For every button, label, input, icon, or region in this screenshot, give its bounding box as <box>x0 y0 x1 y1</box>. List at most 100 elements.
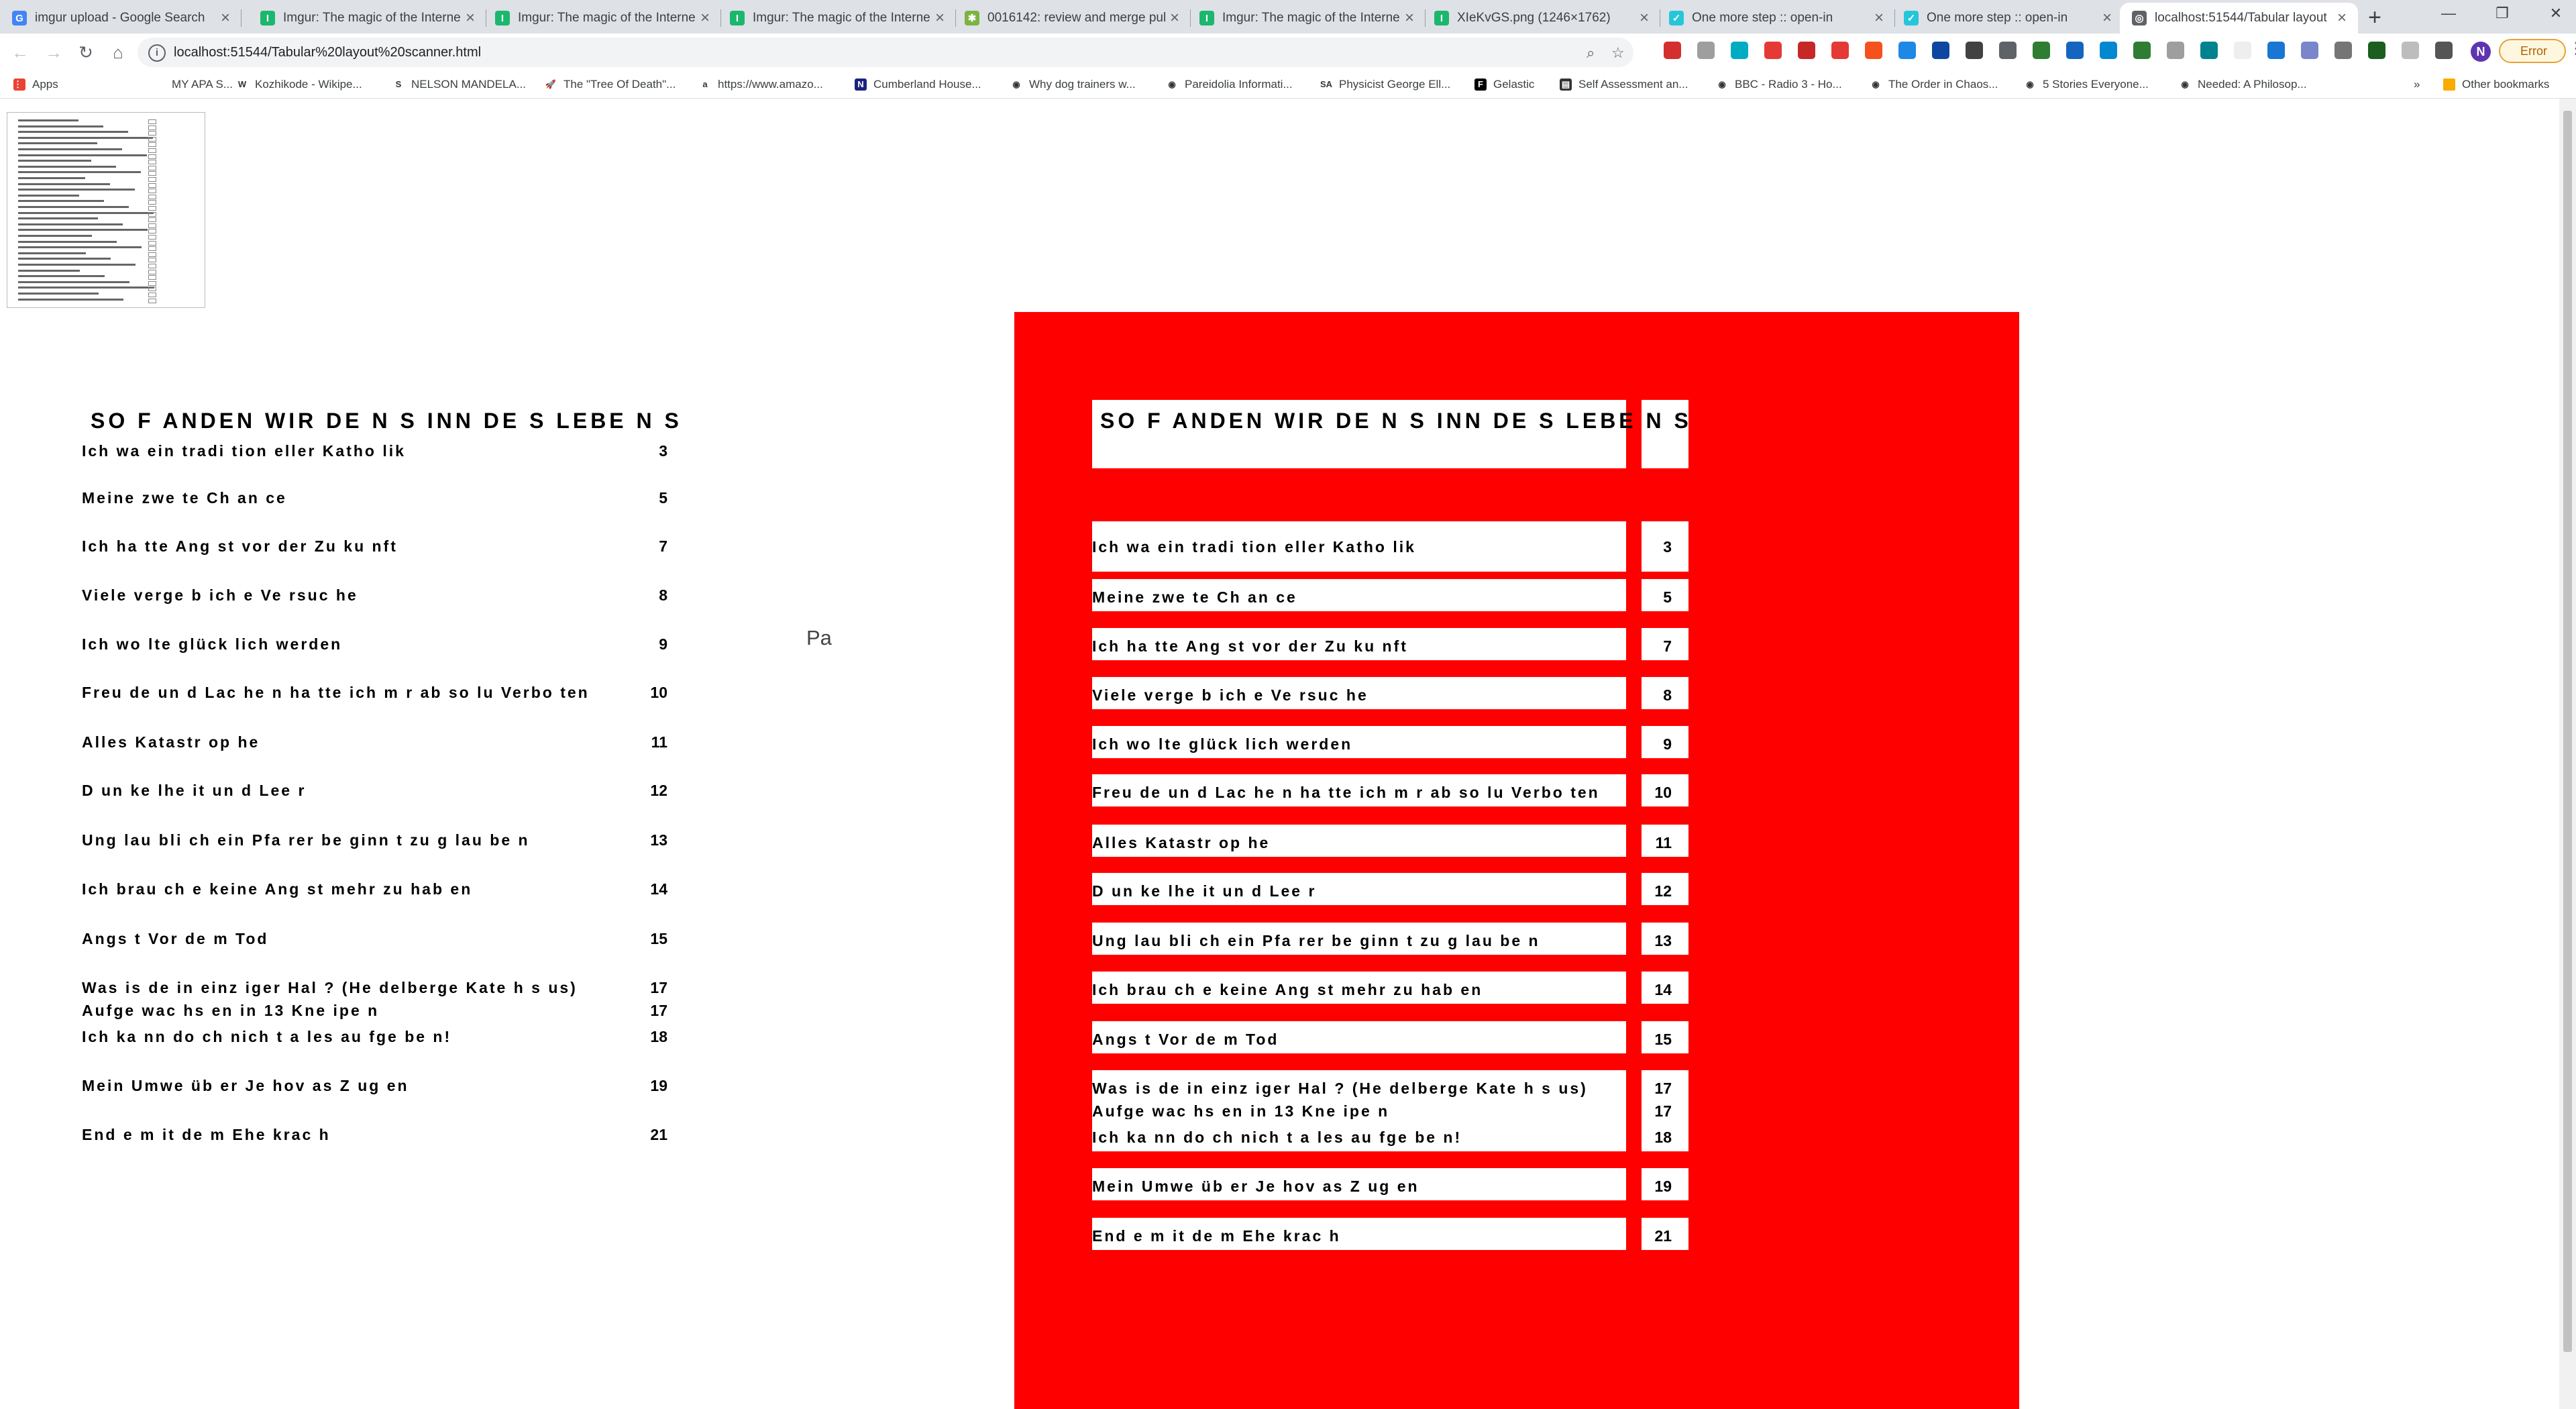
extension-icon[interactable] <box>1966 42 1983 59</box>
tab-close-icon[interactable]: × <box>2334 9 2350 28</box>
bookmark-item[interactable]: ◉ 5 Stories Everyone... <box>2024 76 2149 93</box>
tab-close-icon[interactable]: × <box>697 9 713 28</box>
bookmark-item[interactable]: ▤ Self Assessment an... <box>1560 76 1688 93</box>
bookmark-item[interactable]: N Cumberland House... <box>855 76 981 93</box>
back-button[interactable]: ← <box>7 39 34 66</box>
browser-tab[interactable]: ◎ localhost:51544/Tabular layout × <box>2120 3 2358 34</box>
extension-icon[interactable] <box>1697 42 1715 59</box>
extension-icon[interactable] <box>1731 42 1748 59</box>
bookmark-item[interactable]: SA Physicist George Ell... <box>1320 76 1450 93</box>
forward-button[interactable]: → <box>40 39 67 66</box>
bookmarks-overflow-button[interactable]: » <box>2414 76 2420 93</box>
tab-close-icon[interactable]: × <box>932 9 948 28</box>
extension-icon[interactable] <box>1764 42 1782 59</box>
scan-thumbnail[interactable] <box>7 112 205 308</box>
extension-icon[interactable] <box>1831 42 1849 59</box>
extension-icon[interactable] <box>2334 42 2352 59</box>
bookmark-item[interactable]: MY APA S... <box>153 76 233 93</box>
tab-close-icon[interactable]: × <box>1167 9 1183 28</box>
extension-icon[interactable] <box>2167 42 2184 59</box>
extension-icon[interactable] <box>1932 42 1949 59</box>
browser-tab[interactable]: Gimgur upload - Google Search × <box>0 3 241 34</box>
browser-tab[interactable]: ✱ 0016142: review and merge pul × <box>953 3 1191 34</box>
close-window-button[interactable]: ✕ <box>2536 0 2576 27</box>
extension-icon[interactable] <box>2402 42 2419 59</box>
imgur-icon: I <box>730 11 745 25</box>
extension-icon[interactable] <box>2200 42 2218 59</box>
minimize-button[interactable]: — <box>2428 0 2469 27</box>
browser-tab[interactable]: I Imgur: The magic of the Interne × <box>248 3 486 34</box>
address-bar[interactable]: i localhost:51544/Tabular%20layout%20sca… <box>138 38 1633 67</box>
restore-button[interactable]: ❐ <box>2482 0 2522 27</box>
bookmark-item[interactable]: ◉ BBC - Radio 3 - Ho... <box>1716 76 1842 93</box>
reload-button[interactable]: ↻ <box>72 39 99 66</box>
bookmark-item[interactable]: ◉ Why dog trainers w... <box>1010 76 1136 93</box>
extension-icon[interactable] <box>2435 42 2453 59</box>
thumbnail-cell <box>148 189 156 194</box>
tab-close-icon[interactable]: × <box>2099 9 2115 28</box>
search-icon[interactable]: ⌕ <box>1587 44 1595 62</box>
tab-close-icon[interactable]: × <box>1401 9 1417 28</box>
extension-icon[interactable] <box>1798 42 1815 59</box>
scan-row-text: Meine zwe te Ch an ce <box>82 489 287 507</box>
thumbnail-text-line <box>18 235 92 237</box>
thumbnail-text-line <box>18 252 86 254</box>
extension-icon[interactable] <box>1999 42 2017 59</box>
bookmark-item[interactable]: a https://www.amazo... <box>699 76 823 93</box>
scan-row-text: Freu de un d Lac he n ha tte ich m r ab … <box>82 684 590 701</box>
extension-icon[interactable] <box>2133 42 2151 59</box>
extension-icon[interactable] <box>2234 42 2251 59</box>
browser-tab[interactable]: I Imgur: The magic of the Interne × <box>718 3 956 34</box>
canvas-scan-title: SO F ANDEN WIR DE N S INN DE S LEBE N S <box>1100 409 1692 433</box>
bookmark-item[interactable]: 🚀 The "Tree Of Death"... <box>545 76 676 93</box>
thumbnail-text-line <box>18 298 123 301</box>
bookmark-item[interactable]: Other bookmarks <box>2443 76 2549 93</box>
thumbnail-text-line <box>18 160 91 162</box>
page-scrollbar[interactable] <box>2559 99 2576 1409</box>
scrollbar-thumb[interactable] <box>2563 111 2572 1352</box>
extension-icon[interactable] <box>1898 42 1916 59</box>
bookmark-item[interactable]: W Kozhikode - Wikipe... <box>236 76 362 93</box>
home-button[interactable]: ⌂ <box>105 39 131 66</box>
scan-row-page: 3 <box>659 442 667 460</box>
extension-icon[interactable] <box>2033 42 2050 59</box>
bookmark-item[interactable]: F Gelastic <box>1474 76 1534 93</box>
browser-tab[interactable]: I Imgur: The magic of the Interne × <box>483 3 721 34</box>
tab-close-icon[interactable]: × <box>462 9 478 28</box>
scan-row-text: End e m it de m Ehe krac h <box>82 1126 331 1143</box>
site-info-icon[interactable]: i <box>148 44 166 62</box>
extension-icon[interactable] <box>2066 42 2084 59</box>
bookmark-item[interactable]: ⋮⋮ Apps <box>13 76 58 93</box>
browser-tab[interactable]: I XIeKvGS.png (1246×1762) × <box>1422 3 1660 34</box>
bookmark-item[interactable]: ◉ Pareidolia Informati... <box>1166 76 1293 93</box>
extension-icon[interactable] <box>1664 42 1681 59</box>
thumbnail-cell <box>148 246 156 252</box>
extension-icon[interactable] <box>2301 42 2318 59</box>
wikipedia-icon: W <box>236 79 248 91</box>
profile-avatar[interactable]: N <box>2471 42 2491 62</box>
bookmark-item[interactable]: S NELSON MANDELA... <box>392 76 526 93</box>
extension-icon[interactable] <box>1865 42 1882 59</box>
scan-row-text: Viele verge b ich e Ve rsuc he <box>82 586 358 604</box>
chrome-menu-icon[interactable]: ⋮ <box>2568 39 2576 58</box>
error-button[interactable]: Error <box>2499 39 2566 63</box>
canvas-row-text: Freu de un d Lac he n ha tte ich m r ab … <box>1092 784 1600 801</box>
browser-tab[interactable]: ✓ One more step :: open-in × <box>1657 3 1895 34</box>
tab-close-icon[interactable]: × <box>1636 9 1652 28</box>
bookmark-item[interactable]: ◉ The Order in Chaos... <box>1870 76 1998 93</box>
new-tab-button[interactable]: + <box>2361 4 2388 31</box>
extension-icon[interactable] <box>2100 42 2117 59</box>
bug-icon: ✱ <box>965 11 979 25</box>
extension-icon[interactable] <box>2368 42 2385 59</box>
bookmark-item[interactable]: ◉ Needed: A Philosop... <box>2179 76 2307 93</box>
bookmark-star-icon[interactable]: ☆ <box>1611 44 1625 62</box>
browser-tab[interactable]: ✓ One more step :: open-in × <box>1892 3 2123 34</box>
canvas-row-page: 11 <box>1655 834 1672 851</box>
tab-close-icon[interactable]: × <box>1871 9 1887 28</box>
thumbnail-cell <box>148 142 156 148</box>
url-text[interactable]: localhost:51544/Tabular%20layout%20scann… <box>174 45 481 60</box>
browser-tab[interactable]: I Imgur: The magic of the Interne × <box>1187 3 1426 34</box>
extension-icon[interactable] <box>2267 42 2285 59</box>
canvas-row-page: 10 <box>1654 784 1672 801</box>
tab-close-icon[interactable]: × <box>217 9 233 28</box>
